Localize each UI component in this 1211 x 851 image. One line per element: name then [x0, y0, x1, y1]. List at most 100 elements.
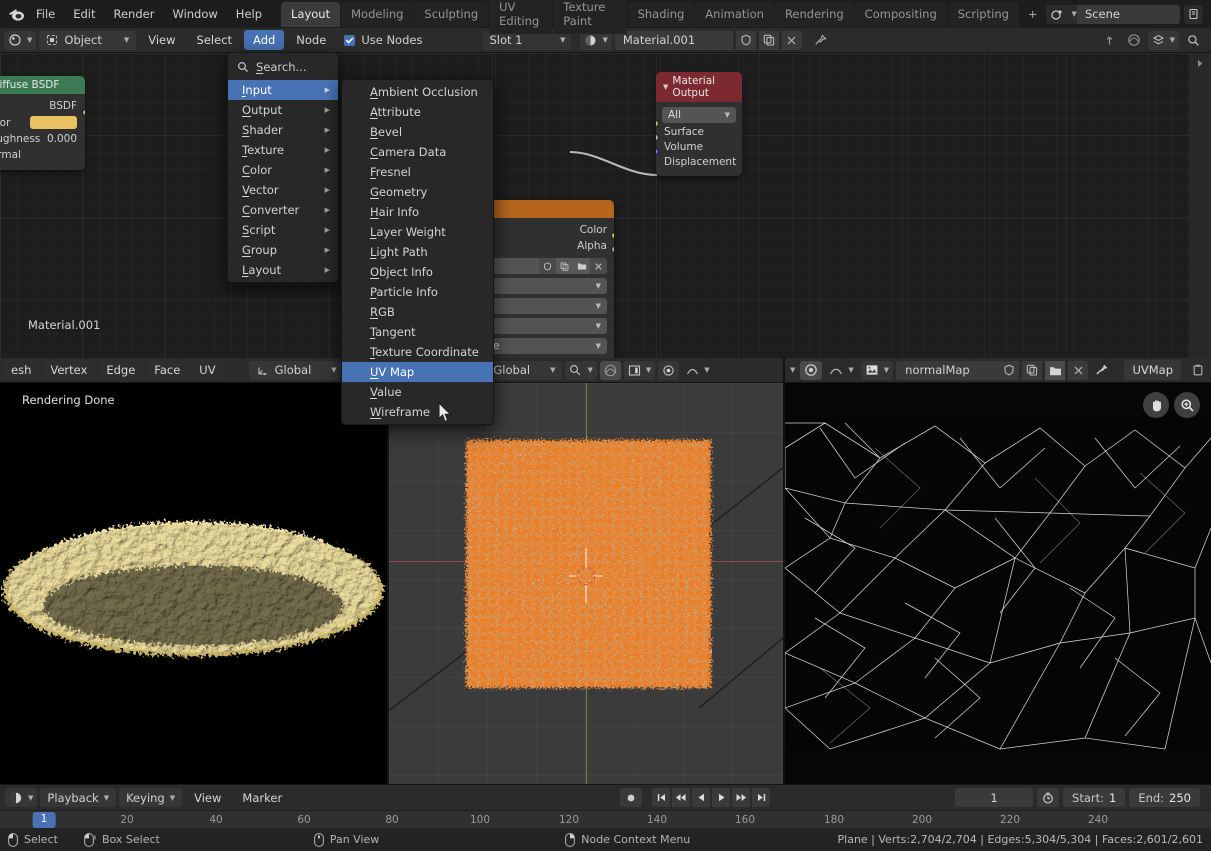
tab-shading[interactable]: Shading [627, 1, 695, 27]
displacement-row[interactable]: Displacement [662, 153, 736, 168]
uv-map-selector[interactable]: UVMap [1124, 360, 1181, 380]
submenu-item-light-path[interactable]: Light Path [342, 242, 493, 262]
add-menu-item-input[interactable]: Input ▶ [228, 80, 338, 100]
tab-scripting[interactable]: Scripting [947, 1, 1019, 27]
timeline-ruler[interactable]: 1 20 40 60 80 100 120 140 160 180 200 22… [0, 810, 1211, 829]
menu-window[interactable]: Window [163, 3, 226, 25]
tab-modeling[interactable]: Modeling [341, 1, 414, 27]
target-dropdown[interactable]: All ▼ [662, 107, 736, 123]
submenu-item-texture-coordinate[interactable]: Texture Coordinate [342, 342, 493, 362]
material-output-node[interactable]: ▼ Material Output All ▼ Surface Volume D… [656, 72, 742, 176]
snapping-icon[interactable]: ▼ [565, 360, 597, 380]
submenu-item-object-info[interactable]: Object Info [342, 262, 493, 282]
unlink-image-icon[interactable] [1068, 360, 1089, 380]
menu-render[interactable]: Render [105, 3, 164, 25]
normal-row[interactable]: Normal [0, 147, 85, 163]
copy-image-icon[interactable] [1022, 360, 1043, 380]
image-data-icon[interactable]: ▼ [860, 360, 894, 380]
add-workspace-button[interactable]: + [1020, 2, 1046, 26]
add-menu-item-group[interactable]: Group ▶ [228, 240, 338, 260]
edge-select-button[interactable]: Edge [98, 360, 144, 380]
color-row[interactable]: Color [0, 114, 85, 131]
scene-name[interactable]: Scene [1076, 4, 1180, 24]
timeline-editor-icon[interactable]: ▼ [5, 788, 38, 807]
play-button[interactable] [712, 788, 731, 807]
submenu-item-uv-map[interactable]: UV Map [342, 362, 493, 382]
hand-pan-icon[interactable] [1143, 392, 1169, 418]
frame-start-field[interactable]: Start: 1 [1063, 788, 1126, 807]
copy-image-icon[interactable] [556, 258, 573, 274]
tab-texture-paint[interactable]: Texture Paint [553, 0, 627, 34]
clipboard-icon[interactable] [1188, 361, 1208, 380]
add-menu-item-layout[interactable]: Layout ▶ [228, 260, 338, 280]
add-menu-item-output[interactable]: Output ▶ [228, 100, 338, 120]
submenu-item-particle-info[interactable]: Particle Info [342, 282, 493, 302]
uv-image-view[interactable] [785, 383, 1211, 784]
fake-user-icon[interactable] [539, 258, 556, 274]
snap-icon[interactable] [1100, 31, 1120, 50]
shader-type-selector[interactable]: Object ▼ [39, 30, 137, 50]
volume-row[interactable]: Volume [662, 138, 736, 153]
node-menu-select[interactable]: Select [188, 30, 241, 50]
rendered-image-view[interactable]: Rendering Done [0, 383, 387, 784]
scene-selector[interactable]: ▼ Scene [1045, 4, 1180, 24]
node-menu-add[interactable]: Add [244, 30, 285, 50]
submenu-item-camera-data[interactable]: Camera Data [342, 142, 493, 162]
use-nodes-checkbox[interactable] [344, 34, 356, 46]
keying-menu[interactable]: Keying ▼ [119, 788, 183, 807]
submenu-item-ambient-occlusion[interactable]: Ambient Occlusion [342, 82, 493, 102]
fake-user-icon[interactable] [999, 360, 1020, 380]
pin-icon[interactable] [1091, 361, 1113, 380]
zoom-icon[interactable] [1174, 392, 1200, 418]
auto-key-icon[interactable] [1037, 788, 1060, 807]
input-submenu-popup[interactable]: Ambient Occlusion Attribute Bevel Camera… [341, 79, 494, 425]
unlink-image-icon[interactable] [590, 258, 607, 274]
color-output-socket[interactable] [611, 232, 614, 239]
viewport-3d-view[interactable] [389, 383, 783, 784]
pivot-point-icon[interactable] [800, 360, 823, 380]
collapse-arrow-icon[interactable]: ▼ [663, 83, 668, 91]
add-menu-item-shader[interactable]: Shader ▶ [228, 120, 338, 140]
new-scene-icon[interactable] [1184, 4, 1203, 24]
pivot-point-icon[interactable] [658, 360, 680, 380]
sidebar-expand-arrow-icon[interactable] [1190, 55, 1210, 71]
uv-sync-icon[interactable]: ▼ [623, 360, 656, 380]
bsdf-output-socket[interactable] [82, 109, 85, 116]
open-image-icon[interactable] [1045, 360, 1066, 380]
surface-row[interactable]: Surface [662, 123, 736, 138]
next-keyframe-button[interactable] [732, 788, 751, 807]
proportional-falloff-icon[interactable]: ▼ [682, 361, 713, 380]
tab-layout[interactable]: Layout [281, 1, 341, 27]
jump-start-button[interactable] [652, 788, 671, 807]
tab-compositing[interactable]: Compositing [854, 1, 947, 27]
vertex-select-button[interactable]: Vertex [42, 360, 96, 380]
roughness-row[interactable]: Roughness 0.000 [0, 131, 85, 147]
add-menu-popup[interactable]: Search... Input ▶ Output ▶ Shader ▶ Text… [227, 52, 339, 283]
menu-edit[interactable]: Edit [64, 3, 104, 25]
current-frame-field[interactable]: 1 [955, 788, 1034, 807]
submenu-item-wireframe[interactable]: Wireframe [342, 402, 493, 422]
proportional-edit-icon[interactable] [599, 360, 621, 380]
playhead[interactable]: 1 [32, 812, 56, 828]
submenu-item-rgb[interactable]: RGB [342, 302, 493, 322]
submenu-item-fresnel[interactable]: Fresnel [342, 162, 493, 182]
mesh-select-button[interactable]: esh [3, 360, 40, 380]
submenu-item-value[interactable]: Value [342, 382, 493, 402]
add-menu-item-converter[interactable]: Converter ▶ [228, 200, 338, 220]
timeline-marker-menu[interactable]: Marker [233, 788, 291, 808]
tab-uv-editing[interactable]: UV Editing [489, 0, 553, 34]
record-button[interactable] [620, 788, 643, 807]
alpha-output-socket[interactable] [611, 246, 614, 253]
prev-keyframe-button[interactable] [672, 788, 691, 807]
add-menu-item-texture[interactable]: Texture ▶ [228, 140, 338, 160]
add-menu-item-vector[interactable]: Vector ▶ [228, 180, 338, 200]
node-menu-view[interactable]: View [139, 30, 184, 50]
menu-search-item[interactable]: Search... [228, 55, 338, 80]
timeline-view-menu[interactable]: View [185, 788, 230, 808]
image-name-field[interactable]: normalMap [896, 360, 1000, 380]
color-swatch[interactable] [30, 116, 77, 129]
shader-editor-icon[interactable]: ▼ [4, 30, 37, 50]
submenu-item-attribute[interactable]: Attribute [342, 102, 493, 122]
diffuse-bsdf-node[interactable]: ▼ Diffuse BSDF BSDF Color Roughness 0.00… [0, 76, 85, 170]
open-image-icon[interactable] [573, 258, 590, 274]
